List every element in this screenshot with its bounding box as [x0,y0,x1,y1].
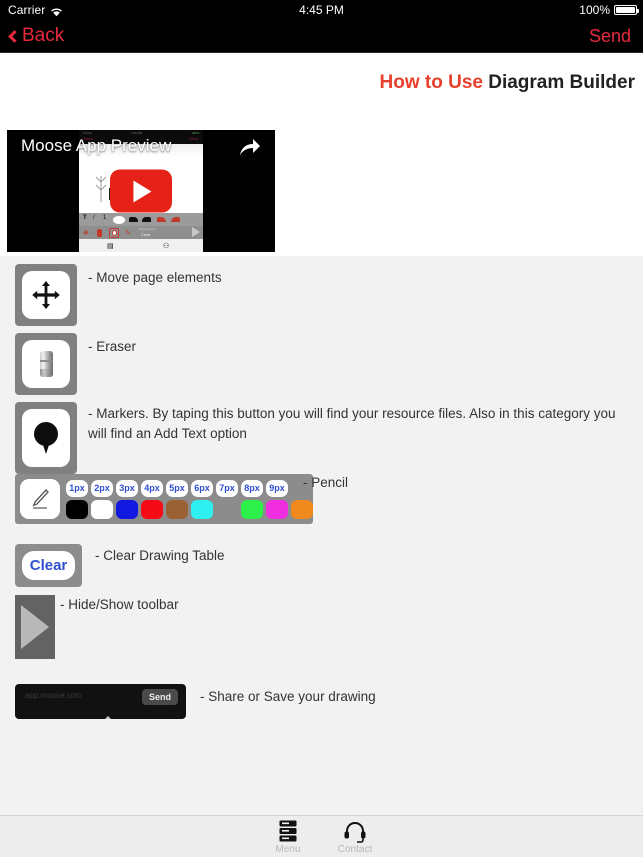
instruction-text-markers: - Markers. By taping this button you wil… [88,406,616,441]
video-title: Moose App Preview [21,136,172,155]
video-thumbnail[interactable]: Carrier 4:45 PM 100% Back Send T / 1 ✥ ✎… [7,130,275,252]
color-swatch-orange[interactable] [291,499,313,519]
color-swatch-gray[interactable] [216,499,238,519]
size-9px-button[interactable]: 9px [266,479,288,497]
color-swatch-green[interactable] [241,499,263,519]
size-7px-button[interactable]: 7px [216,479,238,497]
page-title-rest: Diagram Builder [482,72,635,93]
share-send-button[interactable]: Send [141,689,178,705]
color-swatch-magenta[interactable] [266,499,288,519]
move-icon-badge[interactable] [15,264,77,326]
pencil-size-row: 1px 2px 3px 4px 5px 6px 7px 8px 9px [66,479,313,497]
color-swatch-brown[interactable] [166,499,188,519]
pencil-options: 1px 2px 3px 4px 5px 6px 7px 8px 9px [66,479,313,519]
clear-button-badge[interactable]: Clear [15,544,82,587]
youtube-play-icon[interactable] [110,169,172,213]
size-5px-button[interactable]: 5px [166,479,188,497]
move-icon [31,280,61,310]
color-swatch-red[interactable] [141,499,163,519]
headset-icon [310,820,400,843]
instruction-text-pencil: - Pencil [303,475,349,490]
instruction-text-clear: - Clear Drawing Table [95,548,225,563]
preview-background-label: Background [139,227,156,231]
size-6px-button[interactable]: 6px [191,479,213,497]
tab-contact[interactable]: Contact [310,820,400,855]
battery-percent-label: 100% [579,3,610,17]
pencil-icon [30,488,50,510]
preview-toolbar-bottom: ✥ ✎ Background Clear [79,226,203,239]
triangle-right-icon [21,605,49,649]
app-root: Carrier 4:45 PM 100% Back Send How to Us… [0,0,643,857]
marker-icon-badge[interactable] [15,402,77,474]
instructions-list: - Move page elements - Eraser - Markers.… [0,256,643,815]
pencil-button[interactable] [20,479,60,519]
page-title-highlight: How to Use [379,72,483,93]
tab-bar: Menu Contact [0,815,643,857]
size-4px-button[interactable]: 4px [141,479,163,497]
status-bar-right: 100% [579,3,639,17]
pencil-toolbar[interactable]: 1px 2px 3px 4px 5px 6px 7px 8px 9px [15,474,313,524]
caret-up-icon [97,716,120,719]
hide-show-toolbar-icon[interactable] [15,595,55,659]
color-swatch-cyan[interactable] [191,499,213,519]
instruction-text-eraser: - Eraser [88,339,137,354]
color-swatch-white[interactable] [91,499,113,519]
chevron-left-icon [8,29,21,43]
eraser-icon [39,351,53,377]
status-bar-time: 4:45 PM [299,3,344,17]
preview-toolbar-top: T / 1 [79,213,203,226]
tab-contact-label: Contact [337,844,373,855]
size-3px-button[interactable]: 3px [116,479,138,497]
scroll-content[interactable]: How to Use Diagram Builder Carrier 4:45 … [0,54,643,815]
instruction-text-share: - Share or Save your drawing [200,689,376,704]
color-swatch-black[interactable] [66,499,88,519]
share-bar-icon[interactable]: app.moose.com Send [15,684,186,719]
preview-clear-label: Clear [141,232,151,237]
send-button[interactable]: Send [589,26,631,47]
clear-button[interactable]: Clear [22,551,75,580]
marker-pin-icon [34,422,58,454]
size-1px-button[interactable]: 1px [66,479,88,497]
pencil-color-row [66,499,313,519]
instruction-text-move: - Move page elements [88,270,222,285]
share-url-label: app.moose.com [25,691,82,700]
size-2px-button[interactable]: 2px [91,479,113,497]
battery-full-icon [614,5,639,15]
back-button[interactable]: Back [8,25,65,47]
share-arrow-icon[interactable] [239,138,261,158]
eraser-icon-badge[interactable] [15,333,77,395]
instruction-text-hide-toolbar: - Hide/Show toolbar [60,597,179,612]
back-button-label: Back [22,25,65,46]
color-swatch-blue[interactable] [116,499,138,519]
navigation-bar: Back Send [0,20,643,53]
preview-tab-bar: ▤ ⚇ [79,239,203,252]
size-8px-button[interactable]: 8px [241,479,263,497]
status-bar: Carrier 4:45 PM 100% [0,0,643,20]
page-title: How to Use Diagram Builder [380,72,636,94]
